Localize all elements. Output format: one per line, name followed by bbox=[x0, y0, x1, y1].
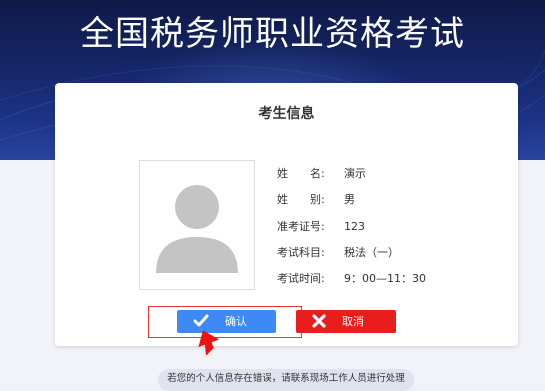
field-label: 姓 名: bbox=[277, 167, 325, 180]
confirm-label: 确认 bbox=[225, 315, 247, 328]
candidate-photo bbox=[139, 160, 255, 290]
exam-title: 全国税务师职业资格考试 bbox=[80, 14, 465, 54]
field-value: 9：00—11：30 bbox=[344, 272, 426, 285]
card-title: 考生信息 bbox=[258, 106, 315, 122]
close-icon bbox=[311, 313, 327, 332]
cancel-label: 取消 bbox=[342, 315, 364, 328]
field-value: 123 bbox=[344, 220, 365, 233]
cancel-button[interactable]: 取消 bbox=[296, 310, 396, 333]
field-label: 考试时间: bbox=[277, 272, 325, 285]
field-label: 姓 别: bbox=[277, 193, 325, 206]
confirm-button[interactable]: 确认 bbox=[177, 310, 276, 333]
field-value: 男 bbox=[344, 193, 355, 206]
red-arrow-icon bbox=[195, 327, 225, 356]
field-value: 税法（一） bbox=[344, 246, 399, 259]
field-value: 演示 bbox=[344, 167, 366, 180]
person-silhouette-icon bbox=[156, 185, 238, 273]
field-label: 考试科目: bbox=[277, 246, 325, 259]
field-label: 准考证号: bbox=[277, 220, 325, 233]
notice-bar: 若您的个人信息存在错误，请联系现场工作人员进行处理 bbox=[158, 369, 414, 391]
